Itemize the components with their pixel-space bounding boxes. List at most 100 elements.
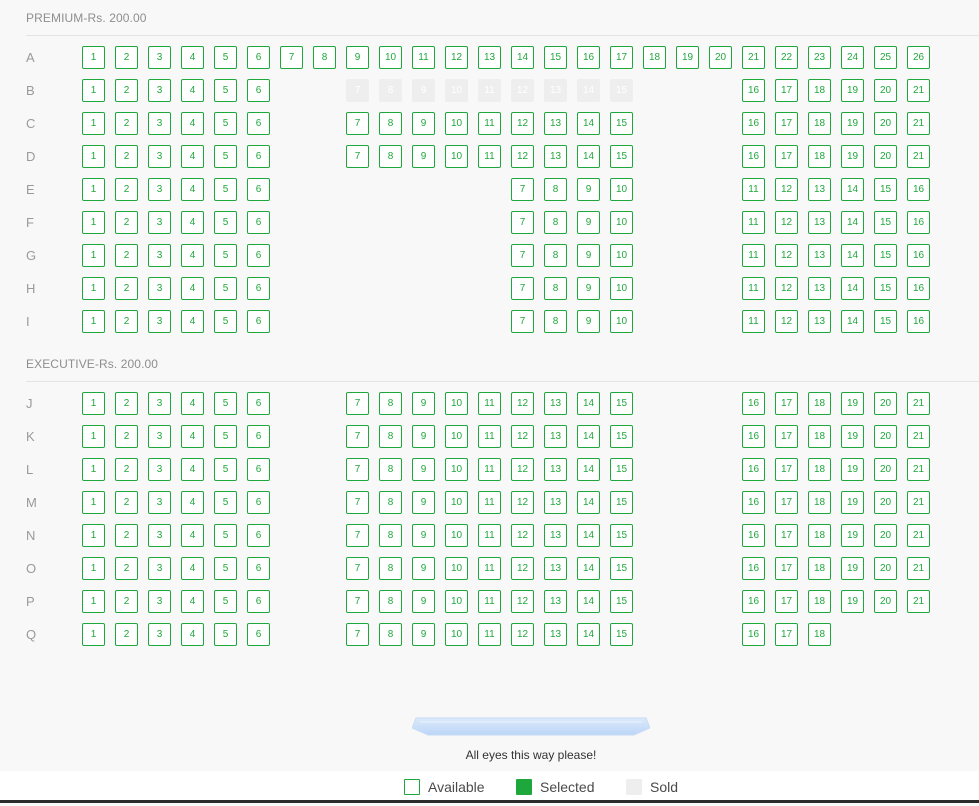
seat-E7[interactable]: 7 — [511, 178, 534, 201]
seat-O9[interactable]: 9 — [412, 557, 435, 580]
seat-D6[interactable]: 6 — [247, 145, 270, 168]
seat-L17[interactable]: 17 — [775, 458, 798, 481]
seat-O17[interactable]: 17 — [775, 557, 798, 580]
seat-I1[interactable]: 1 — [82, 310, 105, 333]
seat-K19[interactable]: 19 — [841, 425, 864, 448]
seat-N9[interactable]: 9 — [412, 524, 435, 547]
seat-E5[interactable]: 5 — [214, 178, 237, 201]
seat-A14[interactable]: 14 — [511, 46, 534, 69]
seat-H4[interactable]: 4 — [181, 277, 204, 300]
seat-G8[interactable]: 8 — [544, 244, 567, 267]
seat-J4[interactable]: 4 — [181, 392, 204, 415]
seat-L13[interactable]: 13 — [544, 458, 567, 481]
seat-L19[interactable]: 19 — [841, 458, 864, 481]
seat-P17[interactable]: 17 — [775, 590, 798, 613]
seat-N17[interactable]: 17 — [775, 524, 798, 547]
seat-I9[interactable]: 9 — [577, 310, 600, 333]
seat-J13[interactable]: 13 — [544, 392, 567, 415]
seat-I12[interactable]: 12 — [775, 310, 798, 333]
seat-G10[interactable]: 10 — [610, 244, 633, 267]
seat-P7[interactable]: 7 — [346, 590, 369, 613]
seat-M17[interactable]: 17 — [775, 491, 798, 514]
seat-F16[interactable]: 16 — [907, 211, 930, 234]
seat-D1[interactable]: 1 — [82, 145, 105, 168]
seat-E4[interactable]: 4 — [181, 178, 204, 201]
seat-N1[interactable]: 1 — [82, 524, 105, 547]
seat-F4[interactable]: 4 — [181, 211, 204, 234]
seat-M4[interactable]: 4 — [181, 491, 204, 514]
seat-M12[interactable]: 12 — [511, 491, 534, 514]
seat-C13[interactable]: 13 — [544, 112, 567, 135]
seat-L3[interactable]: 3 — [148, 458, 171, 481]
seat-B6[interactable]: 6 — [247, 79, 270, 102]
seat-A18[interactable]: 18 — [643, 46, 666, 69]
seat-G1[interactable]: 1 — [82, 244, 105, 267]
seat-K17[interactable]: 17 — [775, 425, 798, 448]
seat-D7[interactable]: 7 — [346, 145, 369, 168]
seat-J10[interactable]: 10 — [445, 392, 468, 415]
seat-Q5[interactable]: 5 — [214, 623, 237, 646]
seat-C18[interactable]: 18 — [808, 112, 831, 135]
seat-N6[interactable]: 6 — [247, 524, 270, 547]
seat-D16[interactable]: 16 — [742, 145, 765, 168]
seat-N18[interactable]: 18 — [808, 524, 831, 547]
seat-E13[interactable]: 13 — [808, 178, 831, 201]
seat-B21[interactable]: 21 — [907, 79, 930, 102]
seat-Q6[interactable]: 6 — [247, 623, 270, 646]
seat-D5[interactable]: 5 — [214, 145, 237, 168]
seat-K1[interactable]: 1 — [82, 425, 105, 448]
seat-K9[interactable]: 9 — [412, 425, 435, 448]
seat-K13[interactable]: 13 — [544, 425, 567, 448]
seat-P6[interactable]: 6 — [247, 590, 270, 613]
seat-A15[interactable]: 15 — [544, 46, 567, 69]
seat-I15[interactable]: 15 — [874, 310, 897, 333]
seat-N8[interactable]: 8 — [379, 524, 402, 547]
seat-C11[interactable]: 11 — [478, 112, 501, 135]
seat-M20[interactable]: 20 — [874, 491, 897, 514]
seat-F11[interactable]: 11 — [742, 211, 765, 234]
seat-I6[interactable]: 6 — [247, 310, 270, 333]
seat-P11[interactable]: 11 — [478, 590, 501, 613]
seat-Q3[interactable]: 3 — [148, 623, 171, 646]
seat-J11[interactable]: 11 — [478, 392, 501, 415]
seat-A24[interactable]: 24 — [841, 46, 864, 69]
seat-O3[interactable]: 3 — [148, 557, 171, 580]
seat-I14[interactable]: 14 — [841, 310, 864, 333]
seat-A7[interactable]: 7 — [280, 46, 303, 69]
seat-J17[interactable]: 17 — [775, 392, 798, 415]
seat-J12[interactable]: 12 — [511, 392, 534, 415]
seat-M19[interactable]: 19 — [841, 491, 864, 514]
seat-L15[interactable]: 15 — [610, 458, 633, 481]
seat-N12[interactable]: 12 — [511, 524, 534, 547]
seat-D9[interactable]: 9 — [412, 145, 435, 168]
seat-Q18[interactable]: 18 — [808, 623, 831, 646]
seat-M16[interactable]: 16 — [742, 491, 765, 514]
seat-Q12[interactable]: 12 — [511, 623, 534, 646]
seat-A16[interactable]: 16 — [577, 46, 600, 69]
seat-B16[interactable]: 16 — [742, 79, 765, 102]
seat-A6[interactable]: 6 — [247, 46, 270, 69]
seat-O6[interactable]: 6 — [247, 557, 270, 580]
seat-P20[interactable]: 20 — [874, 590, 897, 613]
seat-C10[interactable]: 10 — [445, 112, 468, 135]
seat-C9[interactable]: 9 — [412, 112, 435, 135]
seat-M9[interactable]: 9 — [412, 491, 435, 514]
seat-J21[interactable]: 21 — [907, 392, 930, 415]
seat-M6[interactable]: 6 — [247, 491, 270, 514]
seat-O12[interactable]: 12 — [511, 557, 534, 580]
seat-C7[interactable]: 7 — [346, 112, 369, 135]
seat-C3[interactable]: 3 — [148, 112, 171, 135]
seat-D4[interactable]: 4 — [181, 145, 204, 168]
seat-G13[interactable]: 13 — [808, 244, 831, 267]
seat-M3[interactable]: 3 — [148, 491, 171, 514]
seat-F2[interactable]: 2 — [115, 211, 138, 234]
seat-D17[interactable]: 17 — [775, 145, 798, 168]
seat-K3[interactable]: 3 — [148, 425, 171, 448]
seat-L5[interactable]: 5 — [214, 458, 237, 481]
seat-P16[interactable]: 16 — [742, 590, 765, 613]
seat-Q14[interactable]: 14 — [577, 623, 600, 646]
seat-E1[interactable]: 1 — [82, 178, 105, 201]
seat-F7[interactable]: 7 — [511, 211, 534, 234]
seat-H14[interactable]: 14 — [841, 277, 864, 300]
seat-M1[interactable]: 1 — [82, 491, 105, 514]
